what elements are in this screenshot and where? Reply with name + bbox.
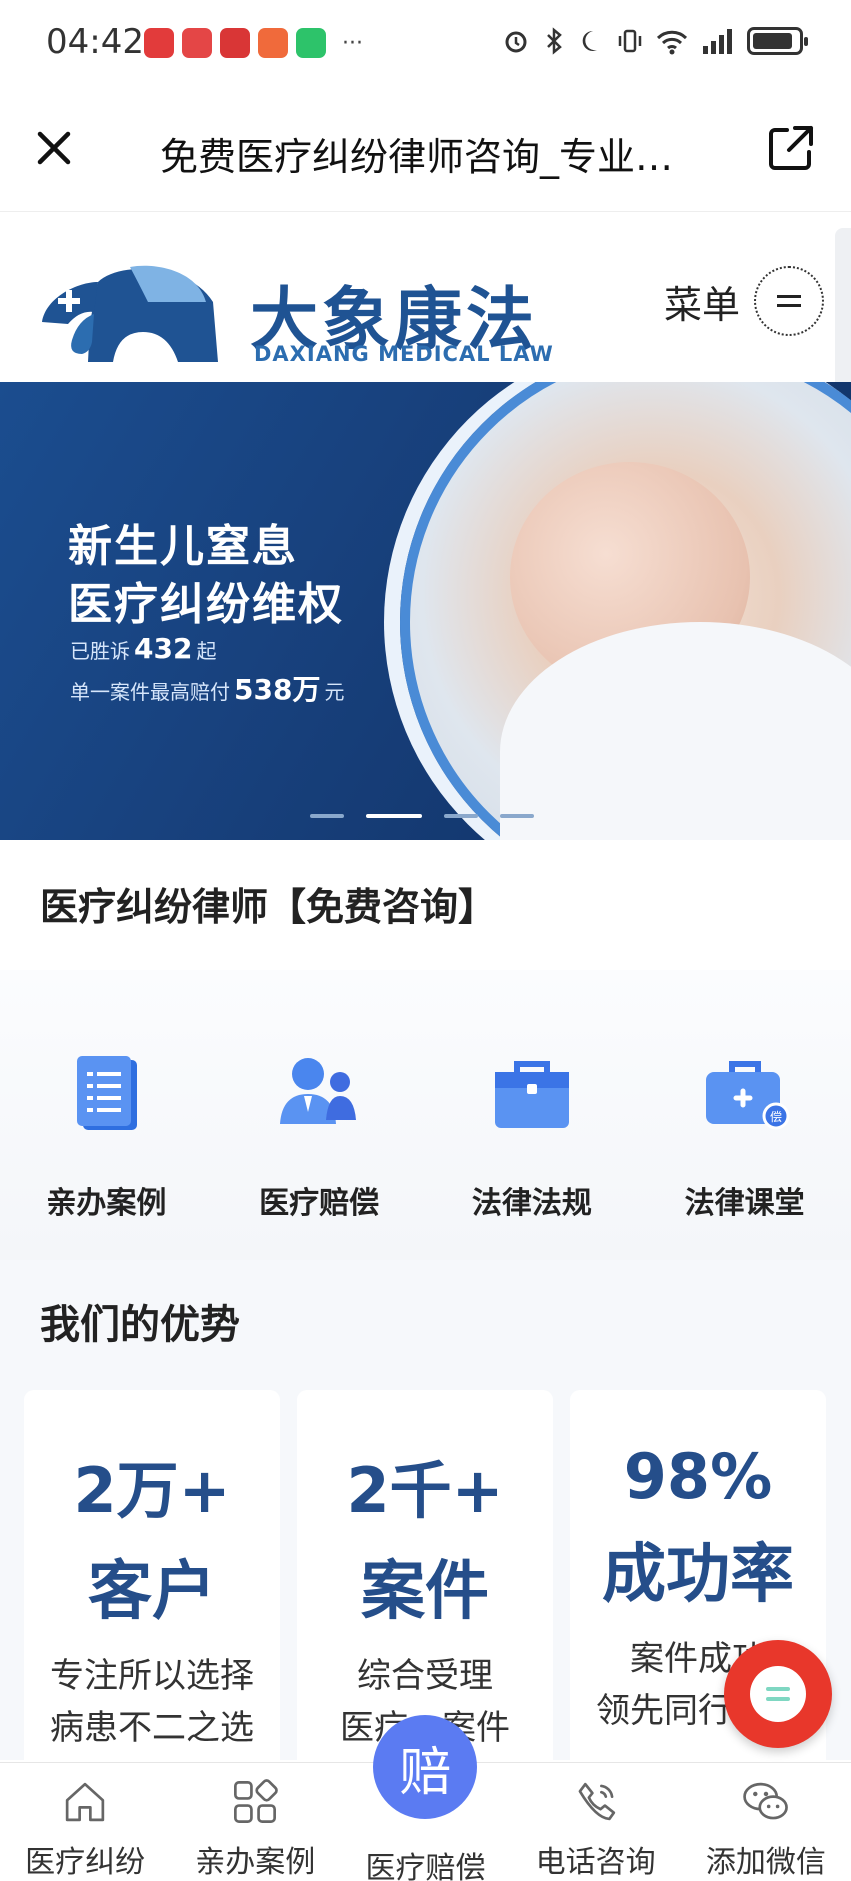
- stat-unit: 起: [196, 639, 217, 663]
- banner-stat-wins: 已胜诉 432 起: [70, 632, 216, 665]
- document-icon: [77, 1056, 138, 1130]
- bottom-nav-label: 医疗纠纷: [25, 1845, 146, 1880]
- quick-nav-label: 法律课堂: [684, 1186, 805, 1221]
- svg-text:偿: 偿: [770, 1109, 782, 1124]
- chat-icon: [750, 1666, 806, 1722]
- stat-label: 已胜诉: [70, 639, 130, 663]
- status-app-icons: ···: [144, 28, 363, 58]
- banner-headline: 新生儿窒息 医疗纠纷维权: [68, 518, 344, 634]
- clown-app-icon: [258, 28, 288, 58]
- menu-bar-icon: [777, 304, 801, 307]
- wechat-icon: [743, 1782, 788, 1820]
- bottom-nav: 医疗纠纷 亲办案例 赔 医疗赔偿 电话咨询 添加微信: [0, 1715, 851, 1881]
- bottom-nav-home[interactable]: 医疗纠纷: [0, 1763, 170, 1881]
- home-icon: [65, 1782, 105, 1822]
- stat-unit: 元: [324, 680, 345, 704]
- close-icon[interactable]: [30, 124, 78, 172]
- carousel-dot-active[interactable]: [366, 814, 422, 818]
- advantage-unit: 客户: [88, 1555, 216, 1629]
- page-title: 免费医疗纠纷律师咨询_专业…: [160, 135, 674, 179]
- quick-nav-label: 亲办案例: [46, 1186, 167, 1221]
- advantage-desc-line: 专注所以选择: [50, 1656, 254, 1696]
- advantage-card-clients: 2万+ 客户 专注所以选择 病患不二之选: [24, 1390, 280, 1810]
- medical-kit-icon: 偿: [705, 1061, 790, 1130]
- compensation-badge-icon: 赔: [373, 1715, 478, 1819]
- status-indicators: [503, 26, 808, 56]
- quick-nav: 亲办案例 医疗赔偿 法律法规 偿 法律课堂: [0, 970, 851, 1260]
- advantage-number: 2万+: [73, 1454, 231, 1527]
- battery-icon: [747, 27, 808, 55]
- carousel-dot[interactable]: [500, 814, 534, 818]
- bluetooth-icon: [547, 27, 562, 55]
- browser-title-bar: 免费医疗纠纷律师咨询_专业…: [0, 86, 851, 212]
- carousel-dot[interactable]: [310, 814, 344, 818]
- banner-stat-max-payout: 单一案件最高赔付 538万元: [70, 668, 344, 708]
- huawei-app-icon: [182, 28, 212, 58]
- phone-icon: [578, 1782, 615, 1821]
- section-title: 我们的优势: [40, 1302, 240, 1348]
- status-time: 04:42: [46, 22, 144, 62]
- chat-button[interactable]: [724, 1640, 832, 1748]
- quick-nav-label: 法律法规: [471, 1186, 592, 1221]
- stat-label: 单一案件最高赔付: [70, 680, 230, 704]
- chat-line-icon: [766, 1697, 790, 1701]
- vibrate-icon: [618, 29, 642, 53]
- red-app-icon: [144, 28, 174, 58]
- quick-nav-cases[interactable]: 亲办案例: [0, 970, 213, 1260]
- brand-name-en: DAXIANG MEDICAL LAW: [254, 342, 554, 366]
- bottom-nav-wechat[interactable]: 添加微信: [681, 1763, 851, 1881]
- quick-nav-laws[interactable]: 法律法规: [426, 970, 639, 1260]
- advantage-unit: 成功率: [602, 1538, 794, 1612]
- wifi-icon: [656, 30, 688, 55]
- carousel-dot[interactable]: [444, 814, 478, 818]
- stat-value: 432: [134, 632, 193, 665]
- hero-banner[interactable]: 新生儿窒息 医疗纠纷维权 已胜诉 432 起 单一案件最高赔付 538万元: [0, 382, 851, 840]
- lawyer-icon: [280, 1058, 357, 1124]
- elephant-logo-icon[interactable]: [38, 262, 234, 372]
- bottom-nav-cases[interactable]: 亲办案例: [170, 1763, 340, 1881]
- advantage-unit: 案件: [361, 1555, 489, 1629]
- grid-icon: [234, 1779, 279, 1823]
- advantages-section: 我们的优势 2万+ 客户 专注所以选择 病患不二之选 2千+ 案件 综合受理 医…: [0, 1260, 851, 1810]
- section-title: 医疗纠纷律师【免费咨询】: [40, 885, 497, 929]
- quick-nav-label: 医疗赔偿: [259, 1186, 380, 1221]
- stat-value: 538万: [234, 673, 321, 706]
- carousel-dots: [310, 814, 534, 818]
- site-header: 大象康法 DAXIANG MEDICAL LAW 菜单: [0, 212, 851, 382]
- advantage-number: 98%: [623, 1440, 773, 1513]
- advantage-number: 2千+: [346, 1454, 504, 1527]
- chat-line-icon: [766, 1687, 790, 1691]
- menu-label[interactable]: 菜单: [664, 274, 740, 329]
- status-overflow: ···: [342, 30, 363, 56]
- menu-button[interactable]: [754, 266, 824, 336]
- wechat-app-icon: [296, 28, 326, 58]
- bottom-nav-label: 医疗赔偿: [365, 1851, 486, 1881]
- quick-nav-compensation[interactable]: 医疗赔偿: [213, 970, 426, 1260]
- signal-icon: [703, 29, 732, 54]
- status-bar: 04:42 ···: [0, 0, 851, 86]
- open-external-icon[interactable]: [765, 122, 817, 174]
- menu-bar-icon: [777, 295, 801, 298]
- banner-headline-line-2: 医疗纠纷维权: [68, 579, 344, 630]
- quick-nav-classroom[interactable]: 偿 法律课堂: [638, 970, 851, 1260]
- alarm-icon: [505, 31, 527, 53]
- banner-headline-line-1: 新生儿窒息: [68, 521, 298, 572]
- advantage-desc-line: 综合受理: [357, 1656, 493, 1696]
- briefcase-icon: [494, 1061, 569, 1128]
- advantage-desc-line: 病患不二之选: [50, 1708, 254, 1748]
- consult-section: 医疗纠纷律师【免费咨询】: [0, 840, 851, 970]
- moon-icon: [582, 30, 597, 51]
- bottom-nav-label: 添加微信: [705, 1845, 826, 1880]
- bottom-nav-label: 电话咨询: [535, 1845, 656, 1880]
- bottom-nav-phone[interactable]: 电话咨询: [511, 1763, 681, 1881]
- advantage-desc: 专注所以选择 病患不二之选: [24, 1650, 280, 1754]
- bottom-nav-compensation[interactable]: 赔 医疗赔偿: [340, 1715, 510, 1881]
- bottom-nav-label: 亲办案例: [195, 1845, 316, 1880]
- red-app-icon-2: [220, 28, 250, 58]
